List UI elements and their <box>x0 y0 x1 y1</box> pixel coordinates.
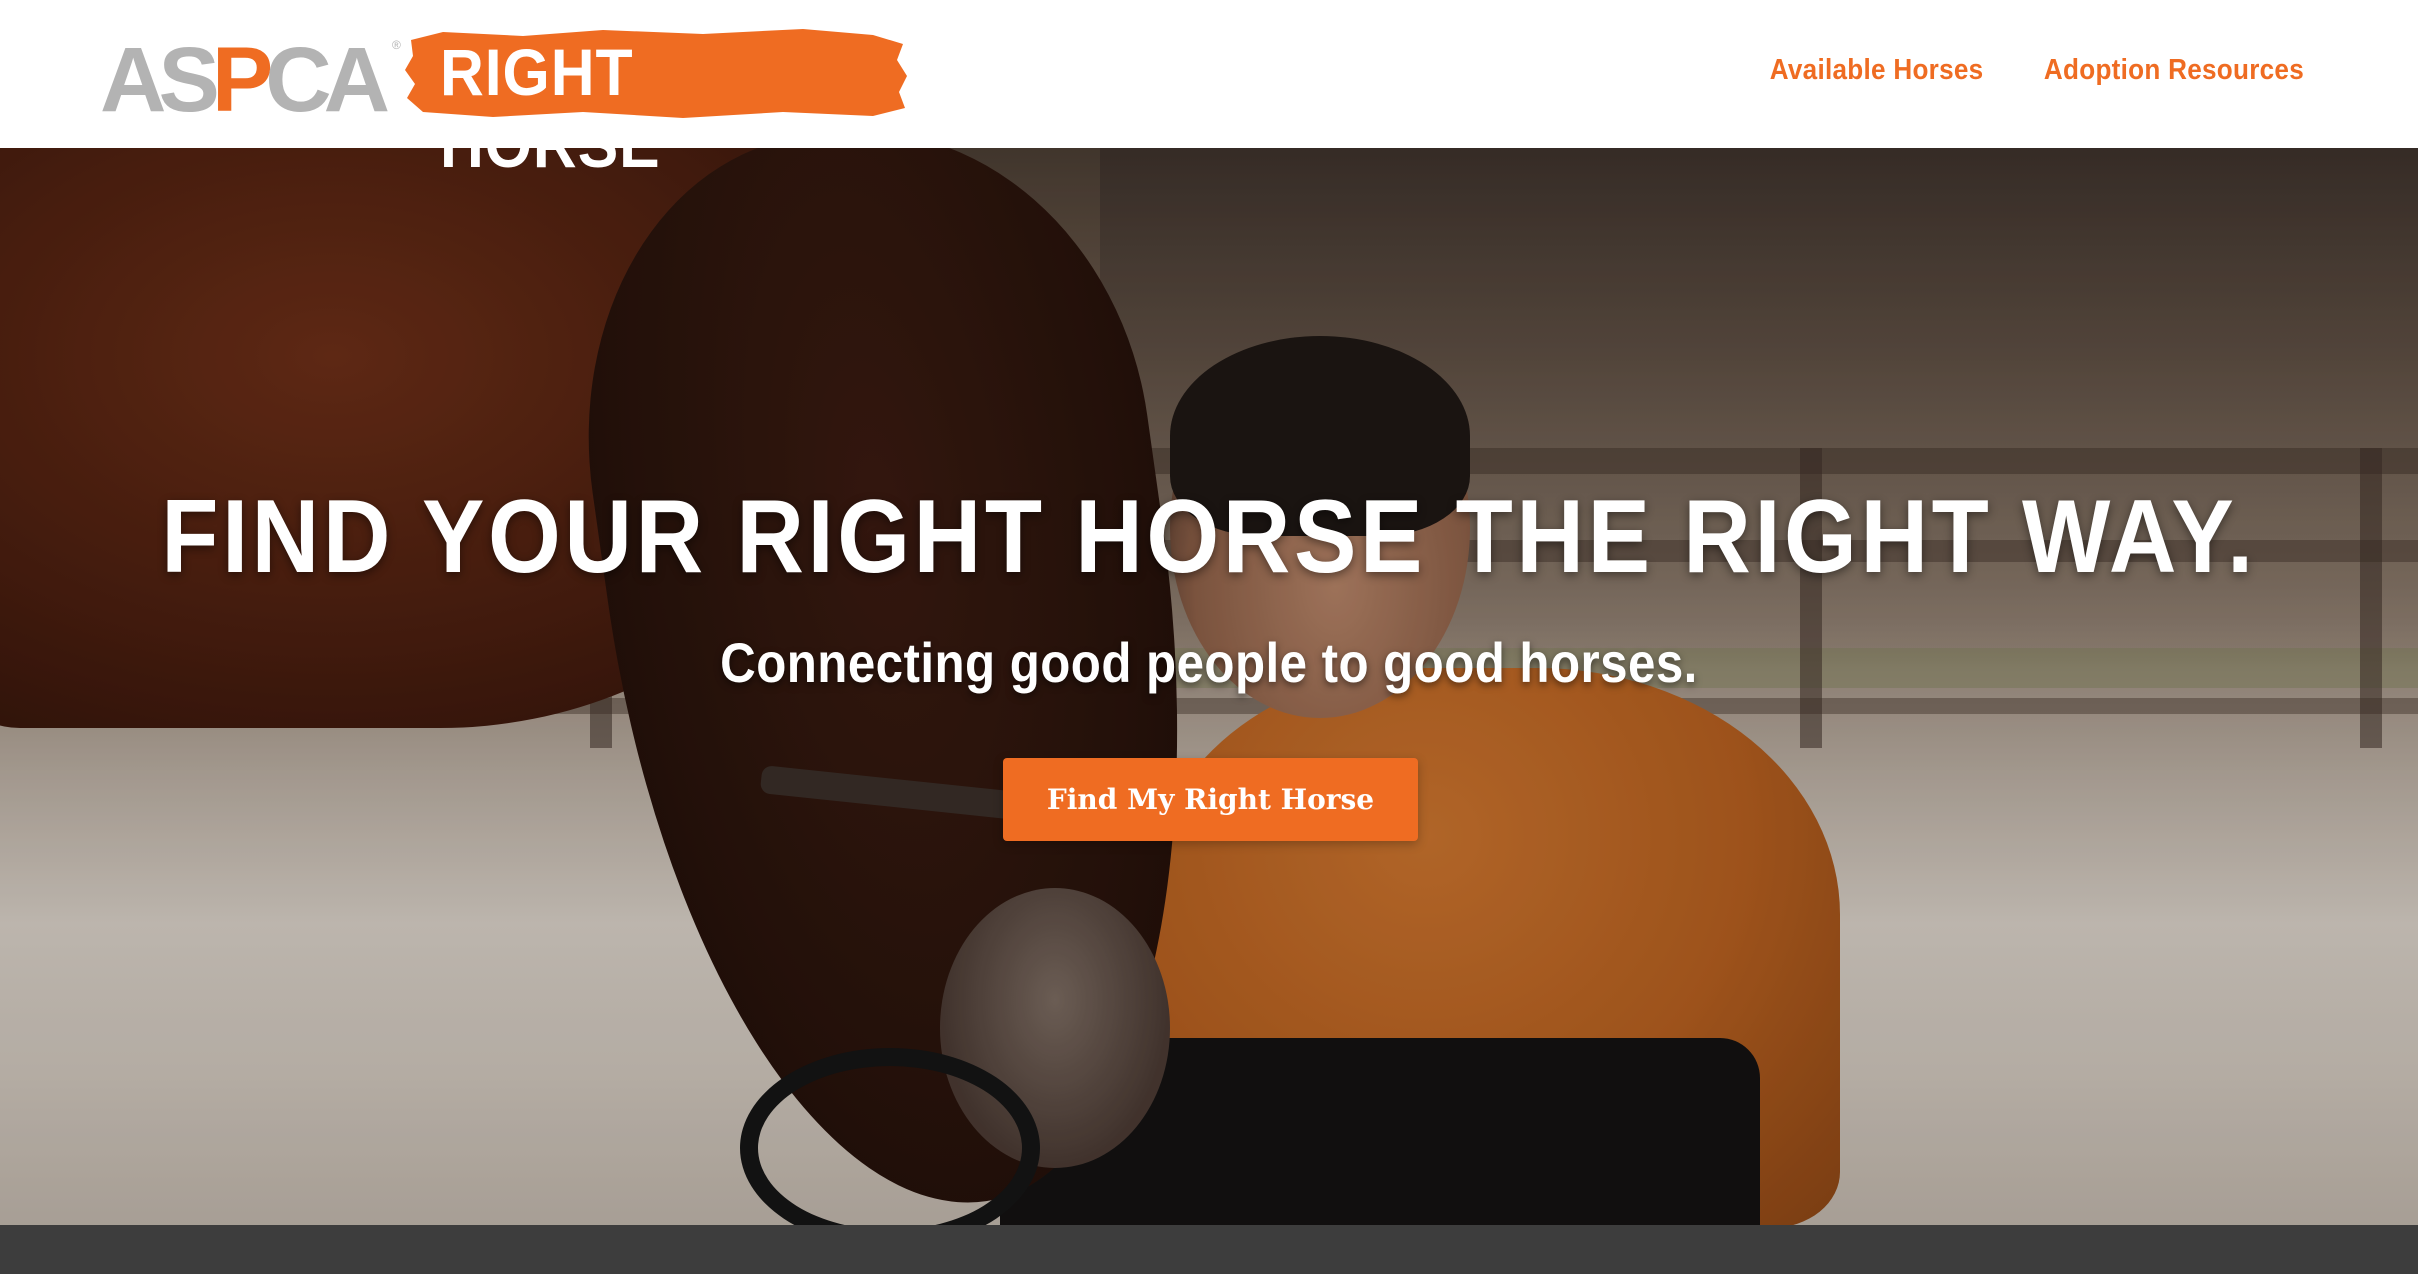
nav-adoption-resources[interactable]: Adoption Resources <box>2044 54 2304 87</box>
hero-subtitle: Connecting good people to good horses. <box>720 631 1698 694</box>
aspca-wordmark: ASPCA <box>100 29 390 131</box>
right-horse-wordmark: RIGHT HORSE <box>440 35 661 181</box>
hero-title: FIND YOUR RIGHT HORSE THE RIGHT WAY. <box>161 479 2257 595</box>
hero-banner: FIND YOUR RIGHT HORSE THE RIGHT WAY. Con… <box>0 148 2418 1225</box>
nav-available-horses[interactable]: Available Horses <box>1769 54 1983 87</box>
registered-mark: ® <box>392 38 401 52</box>
footer-strip <box>0 1225 2418 1274</box>
site-logo[interactable]: ASPCA ® RIGHT HORSE <box>100 24 907 180</box>
main-nav: Available Horses Adoption Resources <box>1746 54 2304 87</box>
site-header: ASPCA ® RIGHT HORSE Available Horses Ado… <box>0 0 2418 180</box>
find-my-right-horse-button[interactable]: Find My Right Horse <box>1003 758 1418 841</box>
